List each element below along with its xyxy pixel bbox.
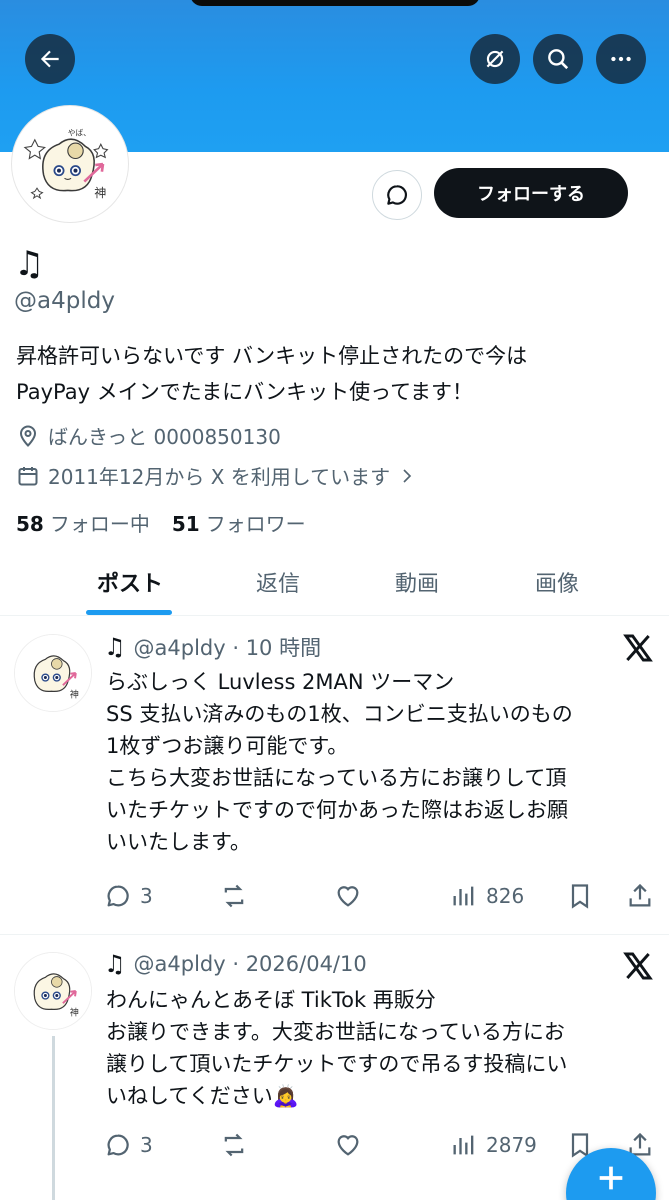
share-icon [629,883,651,907]
grok-icon [486,50,504,68]
tab-posts[interactable]: ポスト [60,548,200,616]
search-button[interactable] [533,34,583,84]
profile-bio: 昇格許可いらないです バンキット停止されたので今は PayPay メインでたまに… [16,338,656,410]
reply-icon [107,1134,129,1156]
bio-line-1: 昇格許可いらないです バンキット停止されたので今は [16,344,528,368]
joined-text: 2011年12月から X を利用しています [48,465,391,489]
svg-text:神: 神 [70,1006,79,1018]
tab-videos[interactable]: 動画 [347,548,487,616]
character-avatar-image: 神 やば、 [15,109,125,219]
post-author-name[interactable]: ♫ [104,633,126,661]
followers-link[interactable]: 51 フォロワー [172,508,306,537]
following-label: フォロー中 [49,512,150,536]
repost-button[interactable] [220,1131,248,1159]
x-logo-icon [623,634,653,662]
post-author-name[interactable]: ♫ [104,950,126,978]
follow-button[interactable]: フォローする [434,168,628,218]
profile-handle: @a4pldy [14,288,115,314]
like-button[interactable] [334,1131,362,1159]
search-icon [548,49,569,70]
active-tab-indicator [86,610,172,615]
calendar-icon [18,466,38,485]
post-actions: 3 826 [104,882,664,916]
svg-text:神: 神 [94,186,106,200]
repost-icon [224,884,244,908]
display-name: ♫ [14,244,45,284]
profile-stats: 58 フォロー中 51 フォロワー [16,508,306,537]
repost-icon [224,1133,244,1157]
post-avatar[interactable]: 神 [14,952,92,1030]
thread-line [52,1036,55,1200]
compose-plus-icon [599,1166,623,1190]
bookmark-icon [571,884,589,909]
post-text: わんにゃんとあそぼ TikTok 再販分 お譲りできます。大変お世話になっている… [106,988,568,1108]
reply-icon [107,885,129,907]
location-text: ばんきっと 0000850130 [48,425,281,449]
bio-line-2: PayPay メインでたまにバンキット使ってます！ [16,380,474,404]
profile-avatar[interactable]: 神 やば、 [12,106,128,222]
reply-count: 3 [140,1133,153,1157]
post-header: ♫ @a4pldy · 10 時間 [104,632,321,662]
profile-location: ばんきっと 0000850130 [16,421,281,450]
views-button[interactable]: 2879 [450,1131,537,1159]
like-icon [337,886,359,907]
views-icon [453,1135,474,1155]
post-avatar[interactable]: 神 [14,634,92,712]
reply-button[interactable]: 3 [104,1131,153,1159]
more-button[interactable] [596,34,646,84]
following-link[interactable]: 58 フォロー中 [16,508,150,537]
post-text: らぶしっく Luvless 2MAN ツーマン SS 支払い済みのもの1枚、コン… [106,670,573,854]
following-count: 58 [16,512,44,536]
views-icon [453,886,474,906]
x-logo-icon [623,952,653,980]
location-pin-icon [19,424,37,447]
bookmark-button[interactable] [566,882,594,910]
profile-joined[interactable]: 2011年12月から X を利用しています [16,461,424,490]
chevron-right-icon [403,468,412,483]
view-count: 826 [486,884,525,908]
share-button[interactable] [626,882,654,910]
tab-images[interactable]: 画像 [487,548,627,616]
view-count: 2879 [486,1133,537,1157]
post-handle-time[interactable]: @a4pldy · 10 時間 [134,632,322,662]
followers-count: 51 [171,512,200,536]
like-icon [337,1135,359,1156]
grok-button[interactable] [470,34,520,84]
back-button[interactable] [25,34,75,84]
back-arrow-icon [40,50,59,68]
post-header: ♫ @a4pldy · 2026/04/10 [104,950,367,978]
views-button[interactable]: 826 [450,882,524,910]
message-button[interactable] [372,170,422,220]
followers-label: フォロワー [205,512,306,536]
post-divider [0,934,669,935]
tab-replies[interactable]: 返信 [208,548,348,616]
reply-count: 3 [140,884,153,908]
device-notch [190,0,480,6]
more-icon [611,56,631,62]
profile-tabs: ポスト 返信 動画 画像 [0,548,669,616]
character-avatar-image: 神 [15,635,91,711]
like-button[interactable] [334,882,362,910]
character-avatar-image: 神 [15,953,91,1029]
svg-text:神: 神 [70,688,79,700]
post-handle-time[interactable]: @a4pldy · 2026/04/10 [134,952,367,976]
repost-button[interactable] [220,882,248,910]
message-bubble-icon [387,185,408,205]
svg-text:やば、: やば、 [68,128,91,137]
reply-button[interactable]: 3 [104,882,153,910]
